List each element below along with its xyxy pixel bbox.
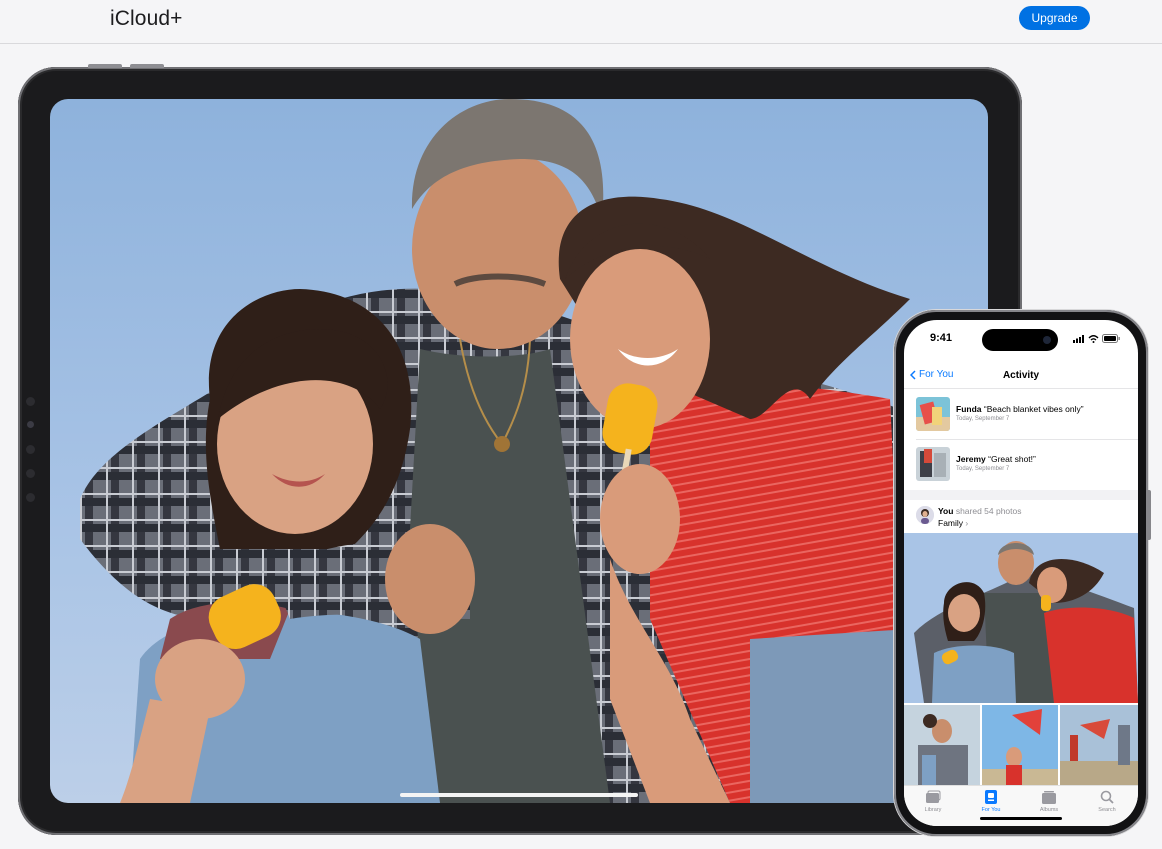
activity-author: Funda bbox=[956, 404, 982, 414]
upgrade-button[interactable]: Upgrade bbox=[1019, 6, 1090, 30]
ipad-sensor-dot bbox=[26, 469, 35, 478]
search-icon bbox=[1100, 790, 1114, 804]
activity-text: Funda “Beach blanket vibes only” bbox=[956, 404, 1084, 414]
section-separator bbox=[904, 490, 1138, 500]
activity-comment: “Beach blanket vibes only” bbox=[983, 404, 1084, 414]
tab-label: For You bbox=[981, 807, 1001, 813]
shared-photo-thumbnail[interactable] bbox=[904, 705, 980, 785]
ipad-family-photo bbox=[50, 99, 988, 803]
nav-title: Activity bbox=[1002, 370, 1040, 381]
shared-photo-thumbnail[interactable] bbox=[982, 705, 1058, 785]
ipad-volume-button bbox=[88, 64, 122, 68]
activity-author: Jeremy bbox=[956, 454, 986, 464]
front-camera bbox=[1043, 336, 1051, 344]
activity-item[interactable]: Jeremy “Great shot!” Today, September 7 bbox=[904, 440, 1138, 490]
shared-action: shared 54 photos bbox=[955, 506, 1022, 516]
status-time: 9:41 bbox=[930, 332, 953, 344]
tab-label: Albums bbox=[1039, 807, 1059, 813]
status-icons bbox=[1073, 334, 1120, 343]
for-you-icon bbox=[985, 790, 997, 804]
tab-for-you[interactable]: For You bbox=[962, 790, 1020, 813]
tab-label: Search bbox=[1098, 807, 1116, 813]
ipad-device bbox=[18, 64, 1022, 835]
shared-photo-thumbnail[interactable] bbox=[1060, 705, 1138, 785]
tab-label: Library bbox=[924, 807, 942, 813]
tab-library[interactable]: Library bbox=[904, 790, 962, 813]
cellular-signal-icon bbox=[1073, 334, 1084, 343]
tab-search[interactable]: Search bbox=[1078, 790, 1136, 813]
iphone-device: 9:41 For You Activity Funda “Beach blank… bbox=[894, 310, 1151, 836]
activity-comment: “Great shot!” bbox=[988, 454, 1036, 464]
activity-thumbnail bbox=[916, 397, 950, 431]
activity-time: Today, September 7 bbox=[956, 416, 1010, 422]
brand-title[interactable]: iCloud+ bbox=[110, 7, 183, 31]
iphone-side-button bbox=[1148, 490, 1151, 540]
shared-photo-large[interactable] bbox=[904, 533, 1138, 703]
ipad-sensor-dot bbox=[26, 493, 35, 502]
iphone-screen: 9:41 For You Activity Funda “Beach blank… bbox=[904, 320, 1138, 826]
shared-text: You shared 54 photos bbox=[938, 506, 1022, 516]
battery-icon bbox=[1102, 334, 1120, 343]
shared-who: You bbox=[938, 506, 954, 516]
wifi-icon bbox=[1088, 334, 1099, 343]
phone-home-indicator[interactable] bbox=[980, 817, 1062, 820]
phone-navigation-bar: For You Activity bbox=[904, 364, 1138, 389]
activity-text: Jeremy “Great shot!” bbox=[956, 454, 1036, 464]
dynamic-island bbox=[982, 329, 1058, 351]
ipad-home-indicator[interactable] bbox=[400, 793, 638, 797]
activity-thumbnail bbox=[916, 447, 950, 481]
activity-item[interactable]: Funda “Beach blanket vibes only” Today, … bbox=[904, 390, 1138, 440]
shared-album-link[interactable]: Family › bbox=[938, 518, 968, 528]
tab-albums[interactable]: Albums bbox=[1020, 790, 1078, 813]
activity-time: Today, September 7 bbox=[956, 466, 1010, 472]
photo-library-icon bbox=[926, 790, 941, 803]
avatar bbox=[916, 506, 934, 524]
album-name: Family bbox=[938, 518, 964, 528]
chevron-right-icon: › bbox=[965, 518, 969, 528]
albums-icon bbox=[1042, 791, 1056, 804]
ipad-camera bbox=[27, 421, 34, 428]
top-nav: iCloud+ Upgrade bbox=[0, 0, 1162, 44]
ipad-volume-button bbox=[130, 64, 164, 68]
shared-album-item[interactable]: You shared 54 photos Family › bbox=[904, 500, 1138, 534]
ipad-sensor-dot bbox=[26, 445, 35, 454]
ipad-sensor-dot bbox=[26, 397, 35, 406]
